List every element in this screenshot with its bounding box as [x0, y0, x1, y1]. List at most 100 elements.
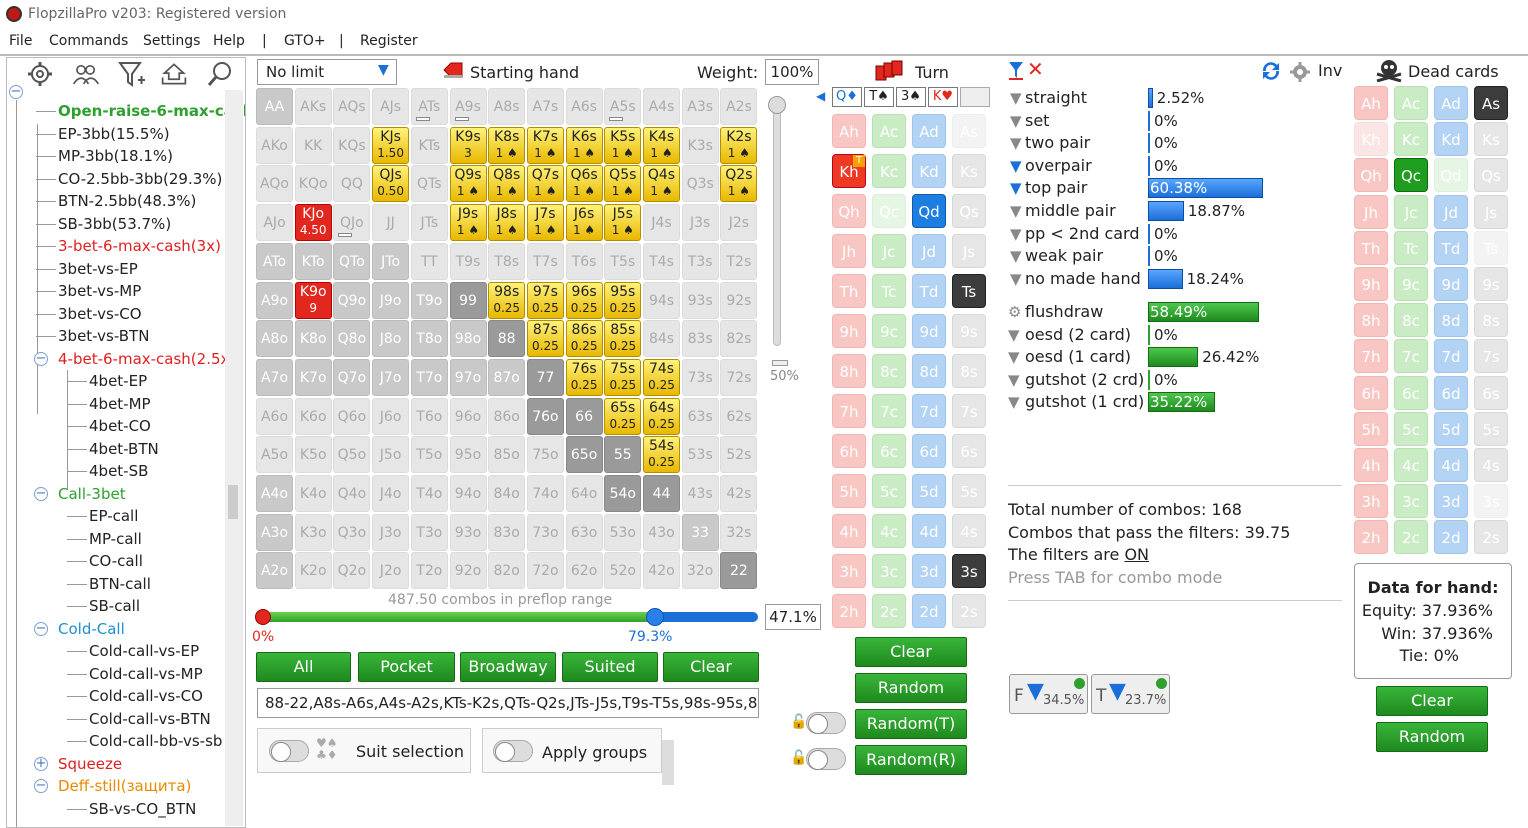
tree-item[interactable]: 4-bet-6-max-cash(2.5x) [58, 348, 235, 370]
card[interactable]: 4c [1394, 448, 1428, 482]
hand-cell[interactable]: A6o [256, 397, 293, 435]
card[interactable]: 7c [1394, 339, 1428, 374]
tree-item[interactable]: 3-bet-6-max-cash(3x) [58, 235, 221, 257]
card[interactable]: 9c [1394, 267, 1428, 301]
users-icon[interactable] [71, 60, 101, 90]
hand-cell[interactable]: 65s 0.25 [604, 397, 642, 435]
hand-cell[interactable]: 53s [681, 436, 719, 474]
tree-item[interactable]: EP-3bb(15.5%) [58, 123, 170, 145]
card[interactable]: 2h [1354, 520, 1388, 555]
menu-commands[interactable]: Commands [49, 33, 128, 49]
card[interactable]: 8s [952, 354, 986, 388]
hand-cell[interactable]: 66 [565, 397, 603, 435]
hand-cell[interactable]: AQs [333, 88, 371, 125]
filters-on-link[interactable]: ON [1124, 545, 1149, 564]
card[interactable]: Jh [1354, 194, 1388, 229]
hand-cell[interactable]: A4s [643, 88, 680, 125]
card[interactable]: 3s [952, 554, 986, 588]
random-t-toggle[interactable] [806, 712, 846, 734]
hand-cell[interactable]: K2o [294, 552, 332, 590]
hand-cell[interactable]: J7o [372, 358, 410, 396]
hand-cell[interactable]: J5s 1 ♠ [604, 204, 642, 242]
hand-cell[interactable]: AQo [256, 165, 293, 203]
hand-cell[interactable]: 62o [565, 552, 603, 590]
card[interactable]: 4s [1474, 448, 1508, 482]
hand-cell[interactable]: KJs 1.50 [372, 126, 410, 164]
card[interactable]: 2s [1474, 520, 1508, 555]
card[interactable]: Td [1434, 230, 1468, 265]
menu-gto[interactable]: GTO+ [284, 33, 326, 49]
hand-cell[interactable]: T6o [410, 397, 448, 435]
card[interactable]: 8h [1354, 303, 1388, 338]
hand-cell[interactable]: 72s [720, 358, 758, 396]
all-button[interactable]: All [256, 652, 351, 682]
card[interactable]: 2c [1394, 520, 1428, 555]
card[interactable]: Jd [912, 234, 946, 268]
tree-item[interactable]: 3bet-vs-EP [58, 258, 138, 280]
hand-cell[interactable]: A7o [256, 358, 293, 396]
tree-item[interactable]: Cold-call-vs-MP [89, 663, 203, 685]
row-filter-icon[interactable]: ▼ [1008, 348, 1022, 366]
hand-cell[interactable]: A3s [681, 88, 719, 125]
hand-cell[interactable]: 98s 0.25 [488, 281, 526, 319]
hand-cell[interactable]: T8s [488, 242, 526, 280]
turn-random-button[interactable]: Random [855, 673, 967, 703]
hand-cell[interactable]: 82o [488, 552, 526, 590]
tree-item[interactable]: Cold-call-bb-vs-sb [89, 730, 222, 752]
card[interactable]: 9c [872, 314, 906, 348]
tree-item[interactable]: MP-3bb(18.1%) [58, 145, 173, 167]
row-filter-icon[interactable]: ▼ [1010, 270, 1024, 288]
hand-cell[interactable]: 93o [449, 513, 487, 551]
row-filter-icon[interactable]: ▼ [1008, 393, 1022, 411]
hand-cell[interactable]: 95o [449, 436, 487, 474]
flop-filter-button[interactable]: F ▼ 34.5% [1009, 674, 1088, 714]
hand-cell[interactable]: 84s [643, 320, 680, 358]
hand-cell[interactable]: J7s 1 ♠ [526, 204, 564, 242]
hand-cell[interactable]: 96s 0.25 [565, 281, 603, 319]
tree-item[interactable]: SB-3bb(53.7%) [58, 213, 171, 235]
card[interactable]: 8d [912, 354, 946, 388]
card[interactable]: Jc [1394, 194, 1428, 229]
hand-cell[interactable]: 96o [449, 397, 487, 435]
card[interactable]: 6d [912, 434, 946, 468]
card[interactable]: 3c [872, 554, 906, 588]
row-filter-icon[interactable]: ▼ [1010, 134, 1024, 152]
clear-filters-icon[interactable]: ✕ [1027, 57, 1044, 81]
hand-cell[interactable]: J2o [372, 552, 410, 590]
hand-cell[interactable]: JJ [372, 204, 410, 242]
board-card[interactable]: Q♦ [832, 87, 862, 107]
hand-cell[interactable]: 43s [681, 475, 719, 512]
card[interactable]: 4d [912, 514, 946, 548]
hand-cell[interactable]: 76s 0.25 [565, 358, 603, 396]
hand-cell[interactable]: Q2o [333, 552, 371, 590]
tree-collapse-icon[interactable]: − [9, 85, 23, 99]
hand-cell[interactable]: K6o [294, 397, 332, 435]
hand-cell[interactable]: 86s 0.25 [565, 320, 603, 358]
hand-cell[interactable]: A2o [256, 552, 293, 590]
card[interactable]: 9d [912, 314, 946, 348]
hand-cell[interactable]: K3o [294, 513, 332, 551]
card[interactable]: Tc [872, 274, 906, 308]
hand-cell[interactable]: QTo [333, 242, 371, 280]
hand-cell[interactable]: J5o [372, 436, 410, 474]
turn-filter-button[interactable]: T ▼ 23.7% [1091, 674, 1170, 714]
hand-cell[interactable]: A5s [604, 88, 642, 125]
hand-cell[interactable]: A6s [565, 88, 603, 125]
hand-cell[interactable]: 52o [604, 552, 642, 590]
hand-cell[interactable]: QJo [333, 204, 371, 242]
hand-cell[interactable]: 74o [526, 475, 564, 512]
tree-item[interactable]: 3bet-vs-MP [58, 280, 141, 302]
hand-cell[interactable]: 43o [643, 513, 680, 551]
hand-cell[interactable]: T7s [526, 242, 564, 280]
hand-cell[interactable]: Q7o [333, 358, 371, 396]
weight-input[interactable]: 100% [765, 59, 819, 85]
card[interactable]: Ts [1474, 230, 1508, 265]
hand-cell[interactable]: Q8s 1 ♠ [488, 165, 526, 203]
card[interactable]: 4c [872, 514, 906, 548]
hand-cell[interactable]: 86o [488, 397, 526, 435]
tree-item[interactable]: 4bet-SB [89, 460, 148, 482]
card[interactable]: 7s [952, 394, 986, 428]
hand-cell[interactable]: KQs [333, 126, 371, 164]
card[interactable]: 6s [1474, 375, 1508, 410]
hand-cell[interactable]: Q9o [333, 281, 371, 319]
